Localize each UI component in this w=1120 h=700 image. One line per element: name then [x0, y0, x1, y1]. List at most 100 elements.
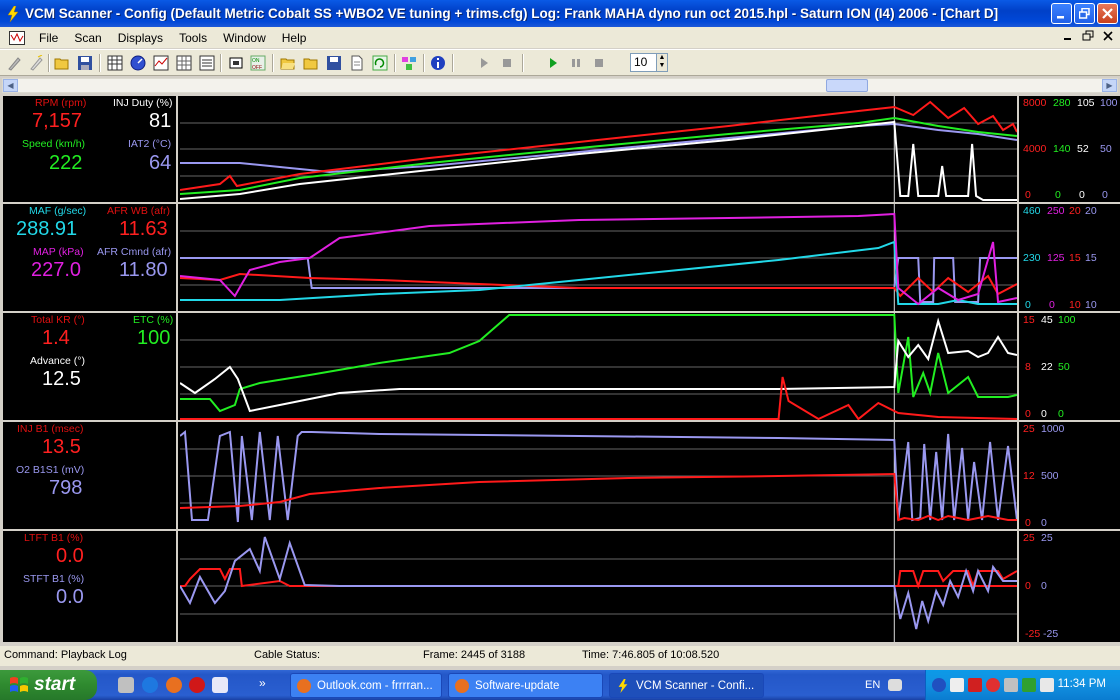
language-indicator[interactable]: EN — [865, 679, 880, 691]
close-button[interactable] — [1097, 3, 1118, 24]
gauge-icon[interactable] — [130, 55, 146, 71]
menu-bar: File Scan Displays Tools Window Help — [0, 27, 1120, 48]
task-vcm-scanner[interactable]: VCM Scanner - Confi... — [609, 673, 764, 698]
readout-label: STFT B1 (%) — [23, 573, 85, 585]
quicklaunch-firefox-icon[interactable] — [166, 677, 182, 693]
readout-label: AFR WB (afr) — [107, 205, 170, 217]
stop-icon[interactable] — [499, 55, 515, 71]
folder-icon[interactable] — [303, 55, 319, 71]
trace-total-kr — [180, 376, 1017, 421]
document-icon[interactable] — [349, 55, 365, 71]
filter-icon[interactable] — [401, 55, 417, 71]
system-tray: 11:34 PM — [925, 670, 1120, 700]
readout-value: 288.91 — [16, 218, 78, 240]
restore-button[interactable] — [1074, 3, 1095, 24]
pen-icon[interactable] — [6, 55, 22, 71]
scroll-left-arrow-icon[interactable]: ◀ — [3, 79, 18, 92]
quicklaunch-opera-icon[interactable] — [189, 677, 205, 693]
readout-value: 81 — [149, 110, 172, 132]
scale-value: 100 — [1058, 314, 1076, 326]
quicklaunch-settings-icon[interactable] — [118, 677, 134, 693]
scale-value: 20 — [1085, 205, 1097, 217]
scale-value: 15 — [1085, 252, 1097, 264]
menu-file[interactable]: File — [31, 31, 66, 45]
save-icon[interactable] — [77, 55, 93, 71]
scale-value: 52 — [1077, 143, 1089, 155]
quicklaunch-expand-icon[interactable]: » — [259, 676, 266, 690]
readout-label: AFR Cmnd (afr) — [97, 246, 172, 258]
tray-update-icon[interactable] — [1022, 678, 1036, 692]
clock[interactable]: 11:34 PM — [1058, 678, 1106, 690]
scale-value: 140 — [1053, 143, 1071, 155]
plot-fuel-trims[interactable] — [180, 531, 1019, 642]
keyboard-icon[interactable] — [888, 679, 902, 691]
plot-airflow[interactable] — [180, 204, 1019, 312]
tray-security-icon[interactable] — [968, 678, 982, 692]
playback-stop-icon[interactable] — [591, 55, 607, 71]
chart-icon[interactable] — [153, 55, 169, 71]
menu-displays[interactable]: Displays — [110, 31, 171, 45]
plot-ignition[interactable] — [180, 313, 1019, 421]
trace-inj-duty — [180, 120, 1017, 201]
tray-sync-icon[interactable] — [1004, 678, 1018, 692]
child-restore-icon[interactable] — [1082, 29, 1094, 43]
pause-icon[interactable] — [568, 55, 584, 71]
save-log-icon[interactable] — [326, 55, 342, 71]
toolbar: ON OFF 10 ▲ ▼ — [0, 49, 1120, 76]
plot-engine[interactable] — [180, 96, 1019, 203]
horizontal-scrollbar[interactable]: ◀ ▶ — [2, 78, 1118, 93]
scroll-thumb[interactable] — [826, 79, 868, 92]
scale-value: 20 — [1069, 205, 1081, 217]
tray-network-icon[interactable] — [950, 678, 964, 692]
firefox-icon — [297, 678, 311, 693]
readouts-airflow: MAF (g/sec) 288.91 AFR WB (afr) 11.63 MA… — [3, 204, 178, 312]
quicklaunch-ie-icon[interactable] — [142, 677, 158, 693]
table-icon[interactable] — [107, 55, 123, 71]
minimize-button[interactable] — [1051, 3, 1072, 24]
scale-value: 12 — [1023, 470, 1035, 482]
task-software-update[interactable]: Software-update — [448, 673, 603, 698]
menu-tools[interactable]: Tools — [171, 31, 215, 45]
tray-back-icon[interactable] — [932, 678, 946, 692]
readouts-fuel-trims: LTFT B1 (%) 0.0 STFT B1 (%) 0.0 — [3, 531, 178, 642]
menu-help[interactable]: Help — [274, 31, 315, 45]
scale-fuel-trims: 25 25 0 0 -25 -25 — [1021, 531, 1120, 642]
trace-map — [180, 212, 1017, 306]
info-icon[interactable] — [430, 55, 446, 71]
playback-play-icon[interactable] — [545, 55, 561, 71]
readout-value: 222 — [49, 152, 83, 174]
title-bar[interactable]: VCM Scanner - Config (Default Metric Cob… — [0, 0, 1120, 27]
step-spinner[interactable]: ▲ ▼ — [656, 54, 667, 71]
scale-value: 280 — [1053, 97, 1071, 109]
on-off-icon[interactable]: ONOFF — [250, 55, 266, 71]
pen-alt-icon[interactable] — [28, 55, 44, 71]
start-button[interactable]: start — [0, 670, 97, 700]
folder-open-icon[interactable] — [280, 55, 296, 71]
menu-window[interactable]: Window — [215, 31, 274, 45]
chip-icon[interactable] — [228, 55, 244, 71]
open-folder-icon[interactable] — [54, 55, 70, 71]
scale-value: 500 — [1041, 470, 1059, 482]
task-outlook[interactable]: Outlook.com - frrrran... — [290, 673, 442, 698]
status-cable: Cable Status: — [254, 649, 321, 661]
plot-injector[interactable] — [180, 422, 1019, 530]
document-system-icon[interactable] — [9, 30, 25, 45]
play-icon[interactable] — [476, 55, 492, 71]
child-minimize-icon[interactable] — [1062, 29, 1074, 43]
trace-advance — [180, 317, 1017, 413]
scale-value: 22 — [1041, 361, 1053, 373]
tray-volume-icon[interactable] — [1040, 678, 1054, 692]
refresh-icon[interactable] — [372, 55, 388, 71]
menu-scan[interactable]: Scan — [66, 31, 109, 45]
scale-value: -25 — [1043, 628, 1059, 640]
scale-value: 0 — [1025, 580, 1031, 592]
playback-step-input[interactable]: 10 ▲ ▼ — [630, 53, 668, 72]
child-close-icon[interactable] — [1102, 29, 1114, 43]
quicklaunch-notepad-icon[interactable] — [212, 677, 228, 693]
scroll-right-arrow-icon[interactable]: ▶ — [1102, 79, 1117, 92]
list-icon[interactable] — [199, 55, 215, 71]
trace-stft — [180, 536, 1017, 630]
grid-icon[interactable] — [176, 55, 192, 71]
scale-airflow: 460 250 20 20 230 125 15 15 0 0 10 10 — [1021, 204, 1120, 312]
tray-shield-icon[interactable] — [986, 678, 1000, 692]
